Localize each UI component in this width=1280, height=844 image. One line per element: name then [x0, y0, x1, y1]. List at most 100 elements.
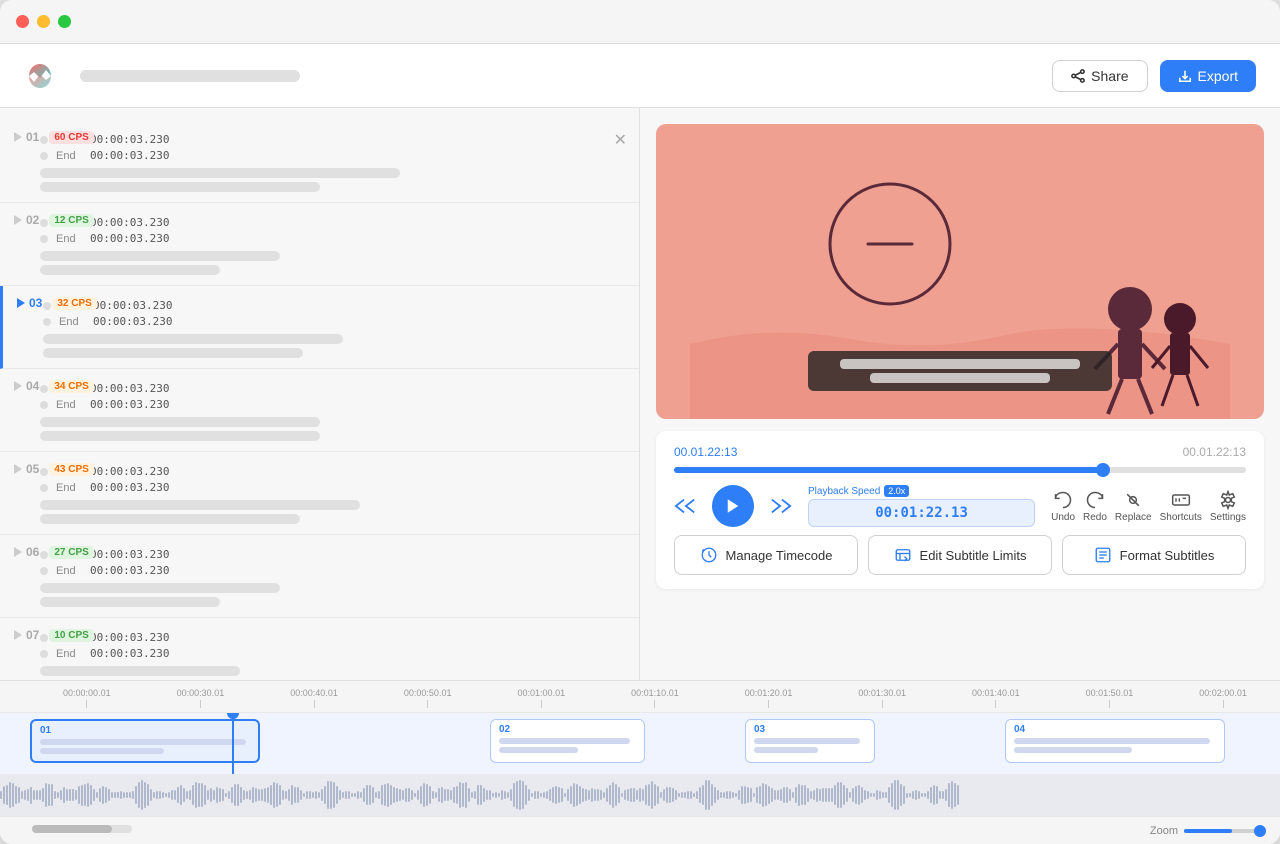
waveform-bar — [522, 781, 524, 809]
waveform-bar — [459, 782, 461, 807]
scrollbar-thumb[interactable] — [32, 825, 112, 833]
waveform-bar — [234, 784, 236, 806]
waveform-bar — [156, 791, 158, 800]
play-button[interactable] — [712, 485, 754, 527]
play-triangle-04[interactable] — [14, 381, 22, 391]
waveform-bar — [711, 784, 713, 806]
shortcuts-button[interactable]: Shortcuts — [1160, 490, 1202, 523]
text-lines — [43, 334, 623, 358]
text-lines — [40, 251, 623, 275]
play-triangle-05[interactable] — [14, 464, 22, 474]
subtitle-item-05[interactable]: 0543 CPSStart00:00:03.230End00:00:03.230 — [0, 452, 639, 535]
waveform-bar — [825, 788, 827, 801]
waveform-bar — [258, 789, 260, 800]
waveform-bar — [945, 789, 947, 801]
waveform-bar — [585, 789, 587, 800]
waveform-bar — [282, 790, 284, 800]
waveform-bar — [279, 785, 281, 805]
clip-line — [1014, 747, 1132, 753]
manage-timecode-button[interactable]: Manage Timecode — [674, 535, 858, 575]
timeline-clip-04[interactable]: 04 — [1005, 719, 1225, 763]
replace-button[interactable]: Replace — [1115, 490, 1152, 523]
subtitle-item-06[interactable]: 0627 CPSStart00:00:03.230End00:00:03.230 — [0, 535, 639, 618]
end-val: 00:00:03.230 — [90, 149, 169, 162]
waveform-bar — [696, 791, 698, 800]
rewind-button[interactable] — [674, 495, 696, 517]
waveform-bar — [153, 792, 155, 798]
waveform-bar — [834, 785, 836, 805]
redo-button[interactable]: Redo — [1083, 490, 1107, 523]
waveform-bar — [402, 790, 404, 801]
edit-subtitle-limits-button[interactable]: Edit Subtitle Limits — [868, 535, 1052, 575]
text-lines — [40, 666, 623, 676]
play-triangle-01[interactable] — [14, 132, 22, 142]
format-subtitles-button[interactable]: Format Subtitles — [1062, 535, 1246, 575]
waveform-bar — [855, 786, 857, 805]
cps-badge-04: 34 CPS — [49, 380, 93, 393]
waveform-bar — [777, 790, 779, 799]
clip-line — [40, 739, 246, 745]
fast-forward-button[interactable] — [770, 495, 792, 517]
timeline-clip-01[interactable]: 01 — [30, 719, 260, 763]
waveform-bar — [495, 792, 497, 797]
sub-num-05: 0543 CPS — [14, 462, 94, 476]
ruler-tick: 00:01:20.01 — [712, 688, 826, 708]
share-label: Share — [1091, 68, 1128, 84]
maximize-button[interactable] — [58, 15, 71, 28]
zoom-thumb[interactable] — [1254, 825, 1266, 837]
time-bar-row: 00.01.22:13 00.01.22:13 — [674, 445, 1246, 459]
playhead[interactable] — [232, 713, 234, 774]
video-controls: 00.01.22:13 00.01.22:13 — [656, 431, 1264, 589]
ruler-tick: 00:01:00.01 — [485, 688, 599, 708]
undo-button[interactable]: Undo — [1051, 490, 1075, 523]
clip-lines — [1014, 738, 1216, 753]
share-button[interactable]: Share — [1052, 60, 1147, 92]
zoom-track[interactable] — [1184, 829, 1264, 833]
speed-badge: 2.0x — [884, 485, 909, 497]
close-button[interactable] — [16, 15, 29, 28]
minimize-button[interactable] — [37, 15, 50, 28]
waveform-bar — [573, 783, 575, 806]
waveform-bar — [909, 793, 911, 798]
waveform-bar — [432, 791, 434, 798]
ruler-line — [541, 700, 542, 708]
subtitle-item-02[interactable]: 0212 CPSStart00:00:03.230End00:00:03.230 — [0, 203, 639, 286]
ruler-label: 00:00:40.01 — [290, 688, 338, 698]
waveform-bar — [30, 787, 32, 804]
waveform-bar — [9, 782, 11, 808]
export-button[interactable]: Export — [1160, 60, 1256, 92]
timeline-clip-03[interactable]: 03 — [745, 719, 875, 763]
horizontal-scrollbar[interactable] — [32, 825, 132, 833]
waveform-bar — [303, 793, 305, 798]
waveform-bar — [645, 785, 647, 805]
close-subtitle-button[interactable]: ✕ — [614, 130, 627, 150]
end-label: End — [56, 482, 82, 494]
play-triangle-02[interactable] — [14, 215, 22, 225]
waveform-bar — [948, 783, 950, 808]
subtitle-item-01[interactable]: 0160 CPS✕Start00:00:03.230End00:00:03.23… — [0, 120, 639, 203]
start-time-row: Start00:00:03.230 — [40, 216, 623, 229]
waveform-bar — [345, 791, 347, 799]
waveform-bar — [444, 789, 446, 801]
play-triangle-06[interactable] — [14, 547, 22, 557]
timeline-clip-02[interactable]: 02 — [490, 719, 645, 763]
progress-bar[interactable] — [674, 467, 1246, 473]
progress-thumb[interactable] — [1096, 463, 1110, 477]
shortcuts-label: Shortcuts — [1160, 512, 1202, 523]
waveform-bar — [465, 782, 467, 808]
waveform-bar — [423, 783, 425, 806]
waveform-bar — [231, 787, 233, 802]
subtitle-item-04[interactable]: 0434 CPSStart00:00:03.230End00:00:03.230 — [0, 369, 639, 452]
waveform-bar — [81, 785, 83, 806]
play-triangle-07[interactable] — [14, 630, 22, 640]
subtitle-item-03[interactable]: 0332 CPSStart00:00:03.230End00:00:03.230 — [0, 286, 639, 369]
ruler-label: 00:00:30.01 — [177, 688, 225, 698]
start-val: 00:00:03.230 — [93, 299, 172, 312]
settings-button[interactable]: Settings — [1210, 490, 1246, 523]
waveform-track — [0, 774, 1280, 816]
waveform-bar — [519, 780, 521, 810]
play-triangle-03[interactable] — [17, 298, 25, 308]
waveform-bar — [420, 786, 422, 805]
subtitle-item-07[interactable]: 0710 CPSStart00:00:03.230End00:00:03.230 — [0, 618, 639, 680]
waveform-bar — [675, 790, 677, 801]
